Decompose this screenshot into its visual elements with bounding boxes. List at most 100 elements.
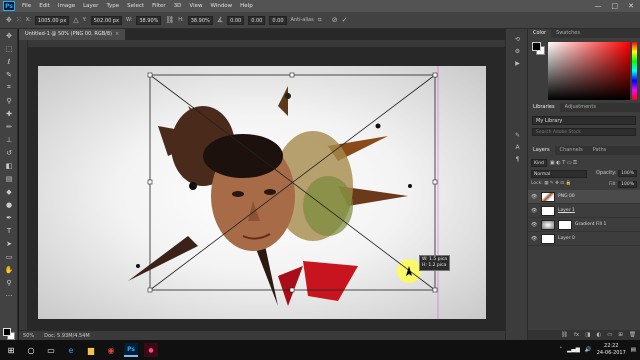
lock-icons[interactable]: ▦ ✎ ✥ ⊡ 🔒	[544, 181, 571, 186]
menu-3d[interactable]: 3D	[170, 3, 186, 9]
trash-icon[interactable]: 🗑	[629, 332, 636, 338]
layer-row[interactable]: 👁 Layer 1	[528, 204, 640, 218]
maximize-button[interactable]: □	[612, 2, 619, 10]
hand-tool-icon[interactable]: ✋	[0, 263, 18, 276]
history-brush-tool-icon[interactable]: ↺	[0, 146, 18, 159]
path-select-tool-icon[interactable]: ➤	[0, 237, 18, 250]
shape-tool-icon[interactable]: ▭	[0, 250, 18, 263]
search-icon[interactable]: ○	[24, 343, 38, 357]
adjustment-layer-icon[interactable]: ◐	[596, 332, 601, 338]
volume-icon[interactable]: 🔊	[585, 347, 592, 353]
layer-name[interactable]: PNG 00	[558, 194, 575, 199]
layer-name[interactable]: Layer 1	[558, 208, 575, 213]
healing-tool-icon[interactable]: ✚	[0, 107, 18, 120]
brush-tool-icon[interactable]: ✏	[0, 120, 18, 133]
visibility-eye-icon[interactable]: 👁	[531, 236, 538, 242]
menu-layer[interactable]: Layer	[79, 3, 102, 9]
doc-size[interactable]: Doc: 5.93M/4.54M	[44, 333, 90, 339]
foreground-color-swatch[interactable]	[3, 328, 11, 336]
start-button[interactable]: ⊞	[4, 343, 18, 357]
tab-libraries[interactable]: Libraries	[528, 103, 560, 112]
network-icon[interactable]: ▂▄▆	[567, 347, 580, 353]
h-field[interactable]: 38.90%	[187, 15, 213, 25]
warp-icon[interactable]: ⌗	[318, 16, 322, 25]
move-icon[interactable]: ✥	[6, 16, 12, 24]
x-field[interactable]: 1005.00 px	[34, 15, 70, 25]
minimize-button[interactable]: —	[595, 2, 602, 10]
layer-row[interactable]: 👁 Layer 0	[528, 232, 640, 246]
stamp-tool-icon[interactable]: ⊥	[0, 133, 18, 146]
eraser-tool-icon[interactable]: ◧	[0, 159, 18, 172]
layer-row[interactable]: 👁 Gradient Fill 1	[528, 218, 640, 232]
link-icon[interactable]: ⛓	[165, 16, 174, 24]
menu-filter[interactable]: Filter	[148, 3, 170, 9]
visibility-eye-icon[interactable]: 👁	[531, 222, 538, 228]
layer-row[interactable]: 👁 PNG 00	[528, 190, 640, 204]
reference-point-icon[interactable]: ⁙	[16, 16, 22, 24]
menu-edit[interactable]: Edit	[35, 3, 54, 9]
tab-swatches[interactable]: Swatches	[551, 29, 585, 38]
opacity-field[interactable]: 100%	[618, 170, 637, 177]
lasso-tool-icon[interactable]: ℓ	[0, 55, 18, 68]
edge-browser-icon[interactable]: e	[64, 343, 78, 357]
close-button[interactable]: ✕	[628, 2, 634, 10]
marquee-tool-icon[interactable]: ⬚	[0, 42, 18, 55]
blend-mode-select[interactable]: Normal	[531, 170, 587, 178]
menu-help[interactable]: Help	[236, 3, 257, 9]
visibility-eye-icon[interactable]: 👁	[531, 194, 538, 200]
type-tool-icon[interactable]: T	[0, 224, 18, 237]
photoshop-taskbar-icon[interactable]: Ps	[124, 343, 138, 357]
color-spectrum[interactable]	[548, 42, 630, 100]
properties-panel-icon[interactable]: ⚙	[506, 45, 529, 57]
filter-icons[interactable]: ▣ ◐ T ▭ ⚿	[550, 160, 577, 166]
brush-panel-icon[interactable]: ✎	[506, 129, 529, 141]
interpolation-select[interactable]: Anti-alias	[291, 17, 314, 23]
zoom-level[interactable]: 50%	[23, 333, 34, 339]
history-panel-icon[interactable]: ⟲	[506, 33, 529, 45]
w-field[interactable]: 38.90%	[136, 15, 162, 25]
clock[interactable]: 22:22 24-06-2017	[597, 343, 626, 357]
menu-view[interactable]: View	[185, 3, 206, 9]
menu-select[interactable]: Select	[123, 3, 148, 9]
character-panel-icon[interactable]: A	[506, 141, 529, 153]
video-app-taskbar-icon[interactable]: ●	[144, 343, 158, 357]
foreground-color-chip[interactable]	[532, 42, 541, 51]
dodge-tool-icon[interactable]: ●	[0, 198, 18, 211]
notifications-icon[interactable]: ▤	[631, 347, 636, 353]
menu-type[interactable]: Type	[102, 3, 123, 9]
layer-name[interactable]: Gradient Fill 1	[575, 222, 606, 227]
actions-panel-icon[interactable]: ▶	[506, 57, 529, 69]
menu-file[interactable]: File	[18, 3, 35, 9]
visibility-eye-icon[interactable]: 👁	[531, 208, 538, 214]
menu-image[interactable]: Image	[54, 3, 79, 9]
zoom-tool-icon[interactable]: ⚲	[0, 276, 18, 289]
layer-name[interactable]: Layer 0	[558, 236, 575, 241]
crop-tool-icon[interactable]: ⌗	[0, 81, 18, 94]
library-select[interactable]: My Library	[532, 116, 636, 125]
y-field[interactable]: 502.00 px	[90, 15, 122, 25]
add-mask-icon[interactable]: ◨	[585, 332, 590, 338]
fill-field[interactable]: 100%	[618, 181, 637, 188]
close-tab-icon[interactable]: ×	[115, 31, 119, 37]
eyedropper-tool-icon[interactable]: ⚲	[0, 94, 18, 107]
quick-select-tool-icon[interactable]: ✎	[0, 68, 18, 81]
vertical-ruler[interactable]	[19, 40, 28, 330]
relative-position-icon[interactable]: △	[73, 16, 78, 24]
canvas[interactable]: W: 1.5 pica H: 1.2 pica	[38, 66, 486, 319]
library-search-input[interactable]: Search Adobe Stock	[532, 128, 636, 136]
layer-kind-filter[interactable]: Kind	[531, 159, 547, 167]
gradient-tool-icon[interactable]: ▤	[0, 172, 18, 185]
move-tool-icon[interactable]: ✥	[0, 29, 18, 42]
document-tab[interactable]: Untitled-1 @ 50% (PNG 00, RGB/8) ×	[19, 29, 127, 40]
new-layer-icon[interactable]: ⊞	[618, 332, 623, 338]
link-layers-icon[interactable]: ⛓	[561, 332, 568, 338]
paragraph-panel-icon[interactable]: ¶	[506, 153, 529, 165]
new-group-icon[interactable]: ▭	[607, 332, 612, 338]
more-tools-icon[interactable]: ···	[0, 289, 18, 302]
blur-tool-icon[interactable]: ◆	[0, 185, 18, 198]
hue-slider[interactable]	[632, 42, 637, 100]
tab-channels[interactable]: Channels	[555, 146, 588, 155]
task-view-icon[interactable]: ▭	[44, 343, 58, 357]
menu-window[interactable]: Window	[206, 3, 236, 9]
pen-tool-icon[interactable]: ✒	[0, 211, 18, 224]
